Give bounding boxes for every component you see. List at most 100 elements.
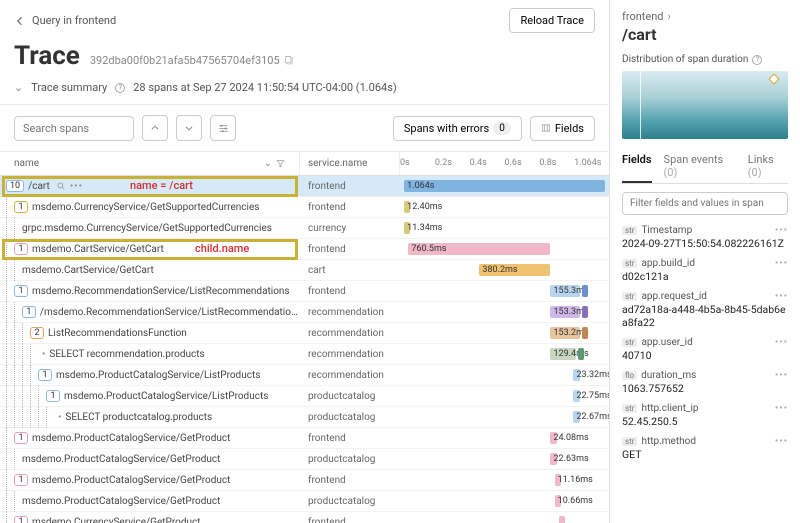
child-count-badge[interactable]: 1 bbox=[46, 390, 60, 402]
annotation-name-cart: name = /cart bbox=[130, 179, 193, 192]
more-icon[interactable]: ••• bbox=[775, 258, 788, 269]
search-icon[interactable] bbox=[56, 181, 66, 191]
span-service: productcatalog bbox=[300, 412, 400, 423]
field-key: app.build_id bbox=[641, 258, 695, 269]
field-row[interactable]: strhttp.client_ip52.45.250.5••• bbox=[622, 403, 788, 428]
span-row[interactable]: 1msdemo.ProductCatalogService/GetProduct… bbox=[0, 470, 609, 491]
span-row[interactable]: 1msdemo.CurrencyService/GetProductfronte… bbox=[0, 512, 609, 523]
next-result-button[interactable] bbox=[176, 115, 202, 141]
sort-icon[interactable]: ⌄ bbox=[264, 158, 272, 169]
field-row[interactable]: strapp.build_idd02c121a••• bbox=[622, 258, 788, 283]
span-name-cell: 1msdemo.RecommendationService/ListRecomm… bbox=[0, 281, 300, 302]
search-spans-input[interactable] bbox=[14, 116, 134, 141]
span-row[interactable]: 1msdemo.ProductCatalogService/ListProduc… bbox=[0, 365, 609, 386]
span-row[interactable]: 1msdemo.CurrencyService/GetSupportedCurr… bbox=[0, 197, 609, 218]
span-row[interactable]: msdemo.CartService/GetCartcart380.2ms bbox=[0, 260, 609, 281]
span-row[interactable]: msdemo.ProductCatalogService/GetProductp… bbox=[0, 491, 609, 512]
span-name-cell: 2ListRecommendationsFunction bbox=[0, 323, 300, 344]
child-count-badge[interactable]: 1 bbox=[14, 474, 28, 486]
info-icon[interactable]: ? bbox=[115, 83, 125, 93]
field-row[interactable]: strapp.user_id40710••• bbox=[622, 337, 788, 362]
child-count-badge[interactable]: 10 bbox=[6, 180, 24, 192]
span-timeline: 129.4ms bbox=[400, 344, 609, 365]
more-icon[interactable]: ••• bbox=[775, 370, 788, 381]
column-service[interactable]: service.name bbox=[300, 152, 400, 175]
column-name[interactable]: name bbox=[14, 158, 39, 169]
child-count-badge[interactable]: 1 bbox=[14, 516, 28, 523]
span-timeline: 23.32ms bbox=[400, 365, 609, 386]
child-count-badge[interactable]: 1 bbox=[38, 369, 52, 381]
more-icon[interactable]: ••• bbox=[775, 225, 788, 236]
child-count-badge[interactable]: 1 bbox=[14, 243, 28, 255]
span-name: /cart bbox=[28, 181, 50, 192]
span-name-cell: msdemo.ProductCatalogService/GetProduct bbox=[0, 449, 300, 470]
span-name: msdemo.ProductCatalogService/GetProduct bbox=[22, 496, 220, 507]
back-link[interactable]: Query in frontend bbox=[14, 14, 116, 27]
more-icon[interactable]: ••• bbox=[70, 181, 83, 192]
span-row[interactable]: grpc.msdemo.CurrencyService/GetSupported… bbox=[0, 218, 609, 239]
child-count-badge[interactable]: 1 bbox=[14, 285, 28, 297]
child-count-badge[interactable]: 1 bbox=[14, 432, 28, 444]
span-service: currency bbox=[300, 223, 400, 234]
span-timeline: 760.5ms bbox=[400, 239, 609, 260]
span-service: frontend bbox=[300, 202, 400, 213]
span-service: frontend bbox=[300, 244, 400, 255]
span-row[interactable]: 1/msdemo.RecommendationService/ListRecom… bbox=[0, 302, 609, 323]
child-pill bbox=[578, 348, 584, 360]
histogram-marker bbox=[768, 73, 779, 84]
span-row[interactable]: msdemo.ProductCatalogService/GetProductp… bbox=[0, 449, 609, 470]
time-tick: 1.064s bbox=[574, 158, 609, 169]
span-timeline: 12.40ms bbox=[400, 197, 609, 218]
tab-links[interactable]: Links (0) bbox=[748, 149, 788, 183]
field-value: GET bbox=[622, 448, 788, 461]
field-row[interactable]: strapp.request_idad72a18a-a448-4b5a-8b45… bbox=[622, 291, 788, 329]
more-icon[interactable]: ••• bbox=[775, 436, 788, 447]
span-service: frontend bbox=[300, 181, 400, 192]
field-row[interactable]: floduration_ms1063.757652••• bbox=[622, 370, 788, 395]
settings-button[interactable] bbox=[210, 115, 236, 141]
reload-trace-button[interactable]: Reload Trace bbox=[509, 8, 595, 33]
filter-fields-input[interactable] bbox=[622, 192, 788, 215]
more-icon[interactable]: ••• bbox=[775, 403, 788, 414]
duration-bar: 155.3ms bbox=[550, 285, 579, 297]
chevron-down-icon[interactable]: ⌄ bbox=[14, 81, 23, 94]
duration-bar: 12.40ms bbox=[404, 201, 410, 213]
duration-histogram[interactable] bbox=[622, 71, 788, 139]
info-icon[interactable]: ? bbox=[752, 55, 762, 65]
prev-result-button[interactable] bbox=[142, 115, 168, 141]
span-row[interactable]: 1msdemo.RecommendationService/ListRecomm… bbox=[0, 281, 609, 302]
span-name: grpc.msdemo.CurrencyService/GetSupported… bbox=[22, 223, 272, 234]
span-row[interactable]: 1msdemo.CartService/GetCartfrontend760.5… bbox=[0, 239, 609, 260]
duration-bar: 760.5ms bbox=[408, 243, 550, 255]
field-type-badge: str bbox=[622, 404, 637, 413]
child-count-badge[interactable]: 2 bbox=[30, 327, 44, 339]
more-icon[interactable]: ••• bbox=[775, 291, 788, 302]
tab-span-events[interactable]: Span events (0) bbox=[664, 149, 736, 183]
field-row[interactable]: strhttp.methodGET••• bbox=[622, 436, 788, 461]
span-name-cell: •SELECT productcatalog.products bbox=[0, 407, 300, 428]
span-name-cell: 1msdemo.ProductCatalogService/GetProduct bbox=[0, 470, 300, 491]
trace-id: 392dba00f0b21afa5b47565704ef3105 bbox=[90, 54, 295, 67]
copy-icon[interactable] bbox=[284, 55, 295, 66]
child-count-badge[interactable]: 1 bbox=[14, 201, 28, 213]
child-count-badge[interactable]: 1 bbox=[22, 306, 36, 318]
span-service: productcatalog bbox=[300, 454, 400, 465]
span-row[interactable]: 1msdemo.ProductCatalogService/ListProduc… bbox=[0, 386, 609, 407]
more-icon[interactable]: ••• bbox=[775, 337, 788, 348]
fields-button[interactable]: Fields bbox=[530, 116, 595, 141]
field-key: http.client_ip bbox=[641, 403, 698, 414]
breadcrumb[interactable]: frontend › bbox=[622, 10, 788, 23]
span-row[interactable]: •SELECT productcatalog.productsproductca… bbox=[0, 407, 609, 428]
duration-bar: 153.3ms bbox=[550, 306, 579, 318]
field-type-badge: flo bbox=[622, 371, 637, 380]
span-row[interactable]: 1msdemo.ProductCatalogService/GetProduct… bbox=[0, 428, 609, 449]
span-row[interactable]: 10/cart•••frontend1.064s bbox=[0, 176, 609, 197]
field-list: strTimestamp2024-09-27T15:50:54.08222616… bbox=[622, 225, 788, 513]
spans-with-errors-button[interactable]: Spans with errors 0 bbox=[393, 116, 522, 141]
field-type-badge: str bbox=[622, 437, 637, 446]
span-row[interactable]: •SELECT recommendation.productsrecommend… bbox=[0, 344, 609, 365]
field-row[interactable]: strTimestamp2024-09-27T15:50:54.08222616… bbox=[622, 225, 788, 250]
filter-icon[interactable] bbox=[276, 159, 285, 168]
tab-fields[interactable]: Fields bbox=[622, 149, 652, 183]
span-row[interactable]: 2ListRecommendationsFunctionrecommendati… bbox=[0, 323, 609, 344]
